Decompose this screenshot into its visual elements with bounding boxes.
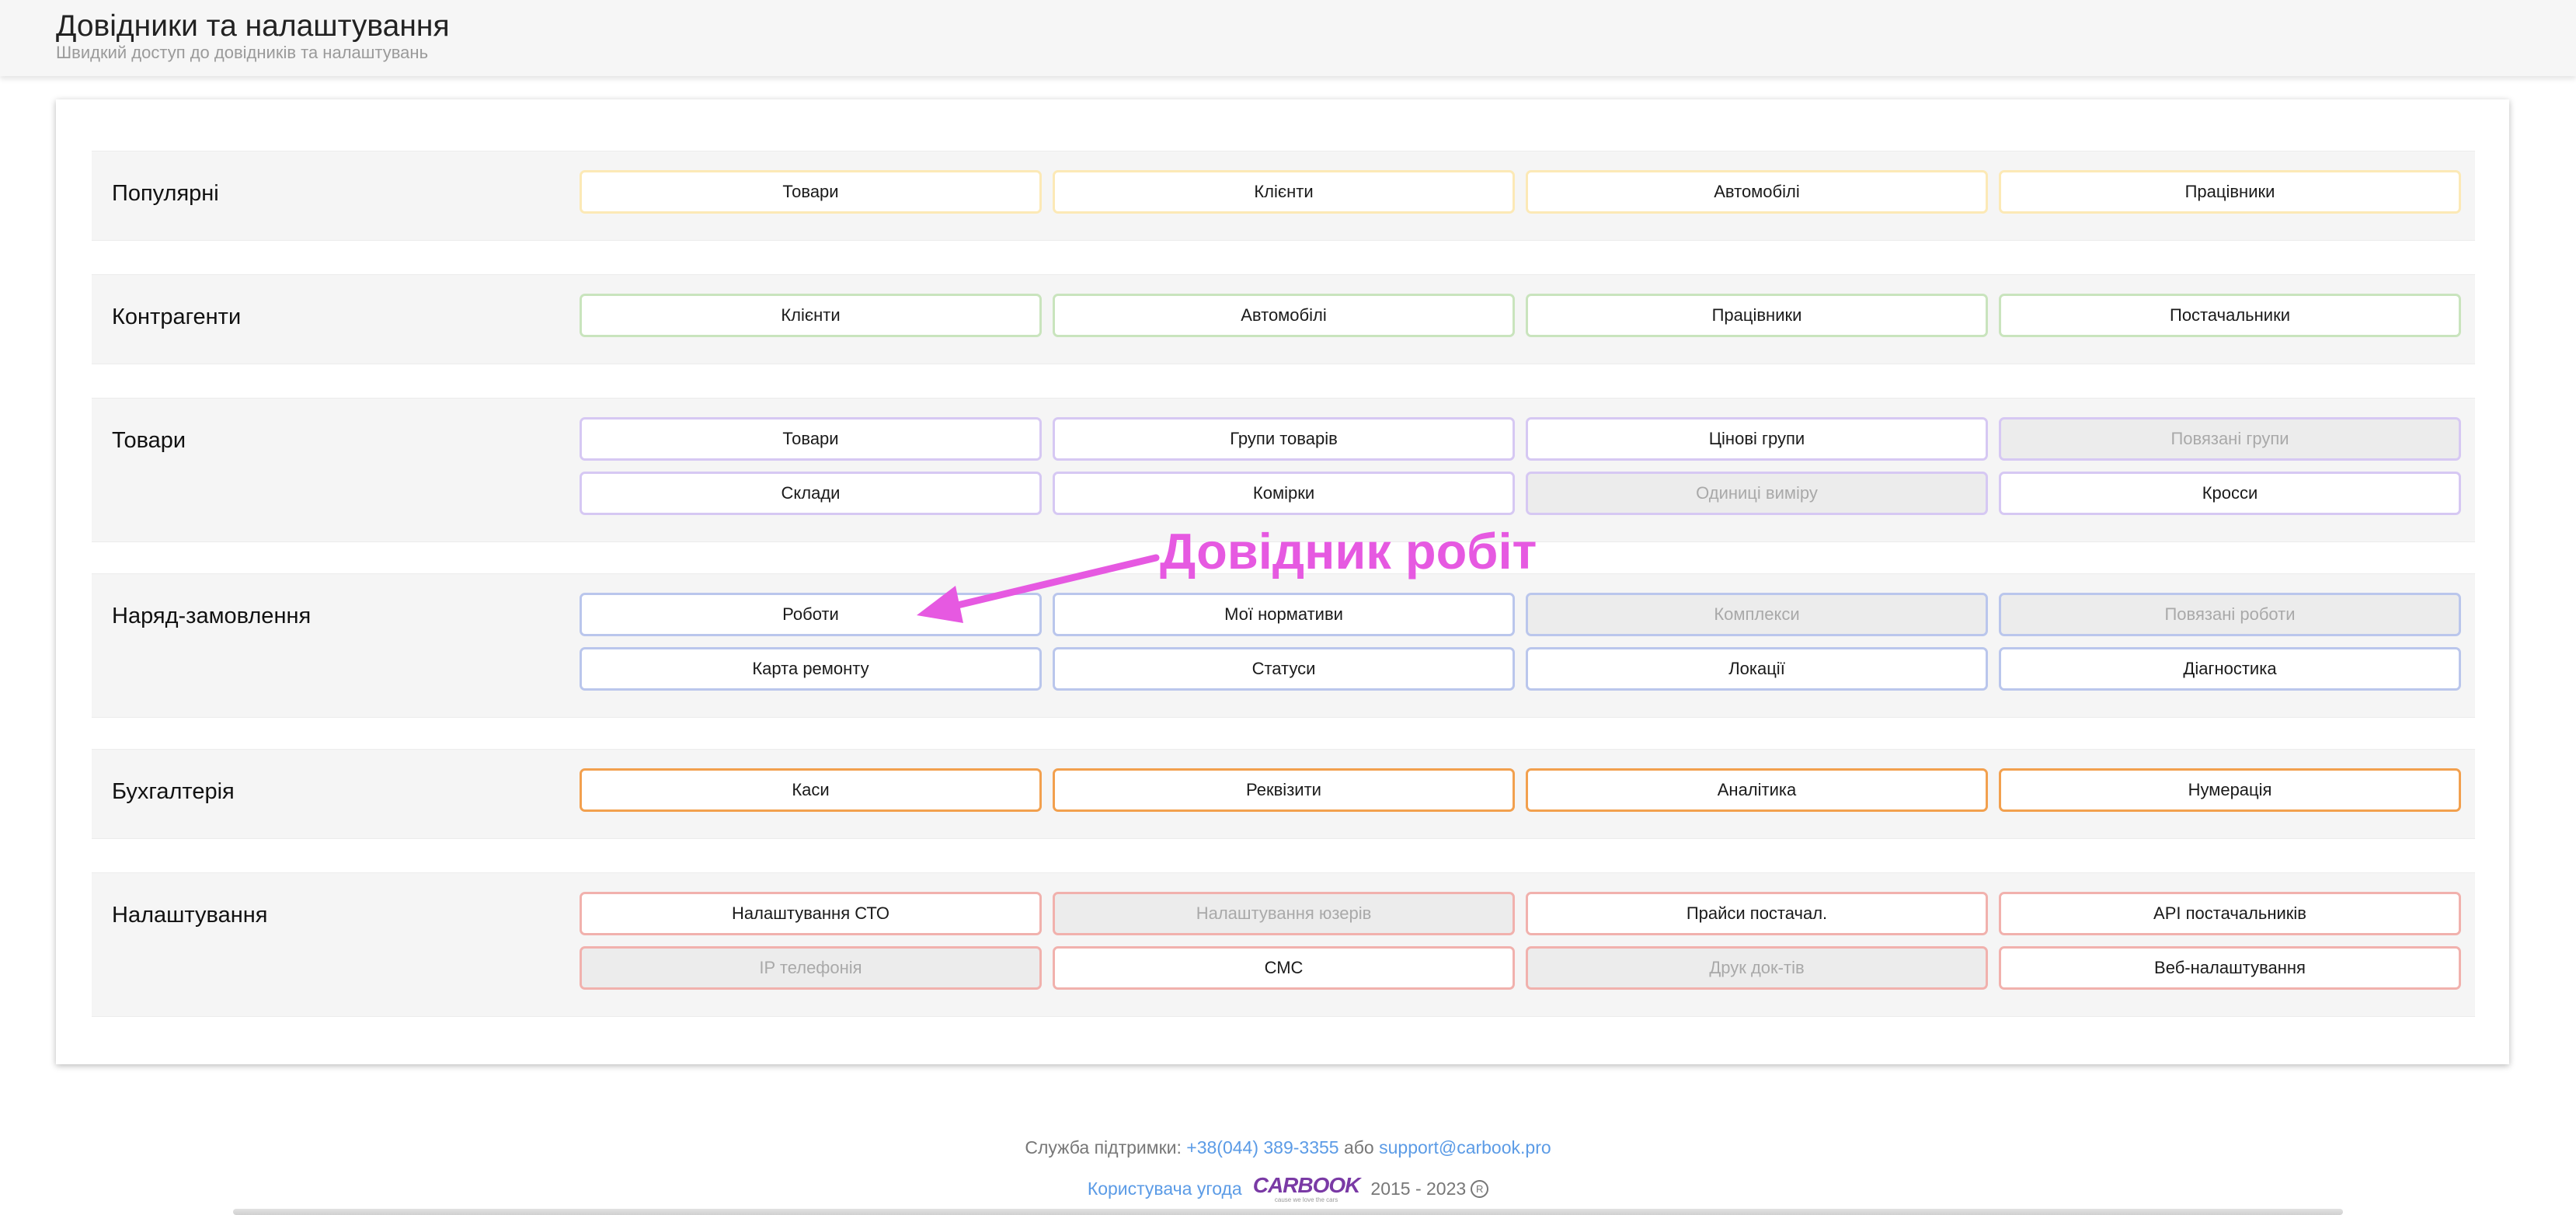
or-text: або [1343,1137,1374,1158]
settings-supplier-api-button[interactable]: API постачальників [1999,892,2461,935]
logo-tagline: cause we love the cars [1274,1196,1338,1203]
accounting-cashboxes-button[interactable]: Каси [580,768,1042,812]
popular-employees-button[interactable]: Працівники [1999,170,2461,214]
goods-linked-groups-button: Повязані групи [1999,417,2461,461]
section-label: Наряд-замовлення [112,604,312,628]
button-grid: Клієнти Автомобілі Працівники Постачальн… [580,294,2461,337]
bottom-bar-shadow [233,1209,2343,1215]
accounting-requisites-button[interactable]: Реквізити [1053,768,1515,812]
copyright-line: Користувача угода CARBOOK cause we love … [0,1175,2576,1203]
popular-goods-button[interactable]: Товари [580,170,1042,214]
popular-clients-button[interactable]: Клієнти [1053,170,1515,214]
settings-sto-button[interactable]: Налаштування СТО [580,892,1042,935]
section-settings: Налаштування Налаштування СТО Налаштуван… [92,872,2475,1017]
button-grid: Товари Клієнти Автомобілі Працівники [580,170,2461,214]
work-orders-linked-labors-button: Повязані роботи [1999,593,2461,636]
directories-card: Популярні Товари Клієнти Автомобілі Прац… [56,99,2509,1064]
copyright-years: 2015 - 2023 [1370,1178,1467,1199]
counterparties-employees-button[interactable]: Працівники [1526,294,1988,337]
section-work-orders: Наряд-замовлення Роботи Мої нормативи Ко… [92,573,2475,718]
goods-warehouses-button[interactable]: Склади [580,472,1042,515]
page-header: Довідники та налаштування Швидкий доступ… [0,0,2576,76]
settings-print-docs-button: Друк док-тів [1526,946,1988,990]
button-grid: Товари Групи товарів Цінові групи Повяза… [580,417,2461,515]
page-subtitle: Швидкий доступ до довідників та налаштув… [56,43,429,62]
goods-cells-button[interactable]: Комірки [1053,472,1515,515]
settings-users-button: Налаштування юзерів [1053,892,1515,935]
section-label: Бухгалтерія [112,779,235,804]
goods-crosses-button[interactable]: Кросси [1999,472,2461,515]
section-label: Налаштування [112,903,268,928]
section-goods: Товари Товари Групи товарів Цінові групи… [92,398,2475,542]
goods-groups-button[interactable]: Групи товарів [1053,417,1515,461]
accounting-numeration-button[interactable]: Нумерація [1999,768,2461,812]
section-accounting: Бухгалтерія Каси Реквізити Аналітика Нум… [92,749,2475,839]
support-email-link[interactable]: support@carbook.pro [1379,1137,1551,1158]
settings-supplier-prices-button[interactable]: Прайси постачал. [1526,892,1988,935]
work-orders-locations-button[interactable]: Локації [1526,647,1988,691]
settings-web-button[interactable]: Веб-налаштування [1999,946,2461,990]
work-orders-statuses-button[interactable]: Статуси [1053,647,1515,691]
work-orders-repair-map-button[interactable]: Карта ремонту [580,647,1042,691]
button-grid: Каси Реквізити Аналітика Нумерація [580,768,2461,812]
user-agreement-link[interactable]: Користувача угода [1088,1178,1242,1199]
carbook-logo: CARBOOK cause we love the cars [1252,1173,1361,1203]
goods-price-groups-button[interactable]: Цінові групи [1526,417,1988,461]
support-label: Служба підтримки: [1025,1137,1182,1158]
work-orders-complexes-button: Комплекси [1526,593,1988,636]
registered-mark-icon: R [1471,1180,1489,1198]
section-label: Популярні [112,181,219,206]
popular-cars-button[interactable]: Автомобілі [1526,170,1988,214]
annotation-label: Довідник робіт [1160,523,1537,580]
counterparties-suppliers-button[interactable]: Постачальники [1999,294,2461,337]
button-grid: Налаштування СТО Налаштування юзерів Пра… [580,892,2461,990]
accounting-analytics-button[interactable]: Аналітика [1526,768,1988,812]
section-label: Контрагенти [112,305,242,329]
goods-units-button: Одиниці виміру [1526,472,1988,515]
counterparties-cars-button[interactable]: Автомобілі [1053,294,1515,337]
section-counterparties: Контрагенти Клієнти Автомобілі Працівник… [92,274,2475,364]
support-line: Служба підтримки: +38(044) 389-3355 або … [0,1137,2576,1158]
logo-wordmark: CARBOOK [1252,1173,1361,1197]
work-orders-diagnostics-button[interactable]: Діагностика [1999,647,2461,691]
section-popular: Популярні Товари Клієнти Автомобілі Прац… [92,151,2475,241]
counterparties-clients-button[interactable]: Клієнти [580,294,1042,337]
goods-goods-button[interactable]: Товари [580,417,1042,461]
annotation-arrow-icon [917,554,1160,623]
settings-sms-button[interactable]: СМС [1053,946,1515,990]
section-label: Товари [112,428,186,453]
settings-ip-telephony-button: IP телефонія [580,946,1042,990]
support-phone-link[interactable]: +38(044) 389-3355 [1186,1137,1338,1158]
button-grid: Роботи Мої нормативи Комплекси Повязані … [580,593,2461,691]
page-title: Довідники та налаштування [56,9,450,43]
